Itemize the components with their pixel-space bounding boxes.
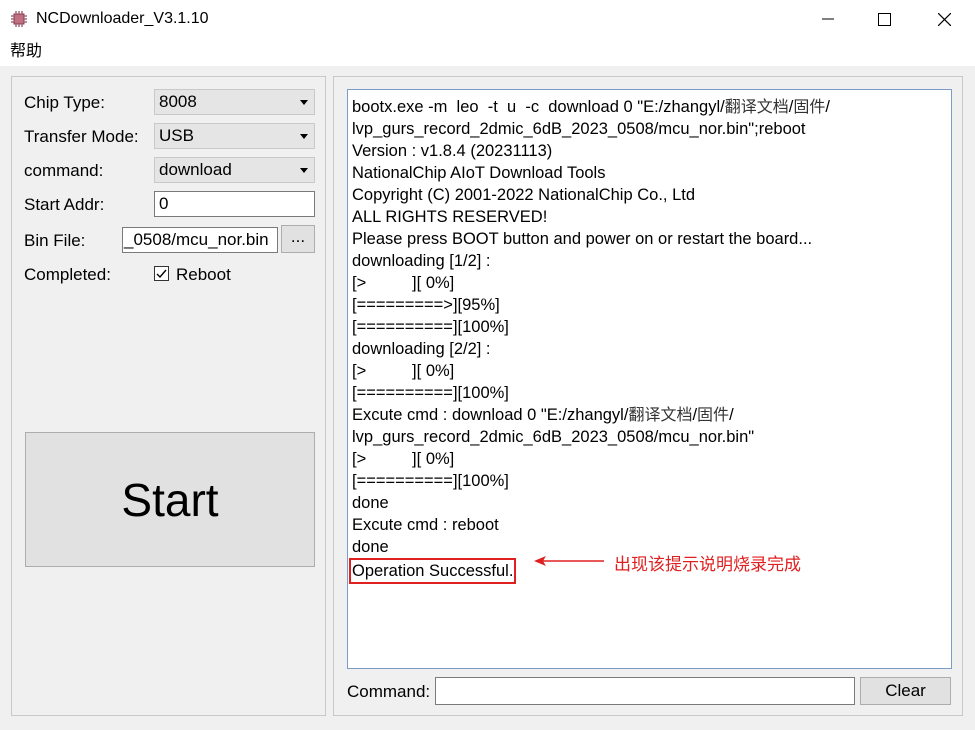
transfer-mode-value: USB xyxy=(159,126,194,145)
command-value: download xyxy=(159,160,232,179)
console-line: [==========][100%] xyxy=(352,470,947,492)
maximize-icon xyxy=(877,12,891,26)
console-text: Excute cmd : download 0 "E:/zhangyl/ xyxy=(352,406,629,424)
console-line: [> ][ 0%] xyxy=(352,360,947,382)
console-text: [==========][100%] xyxy=(352,318,509,336)
reboot-label: Reboot xyxy=(176,265,231,284)
chevron-down-icon xyxy=(300,168,308,173)
console-text: NationalChip AIoT Download Tools xyxy=(352,164,606,182)
console-line: [> ][ 0%] xyxy=(352,272,947,294)
browse-button[interactable]: ... xyxy=(281,225,315,253)
console-line: NationalChip AIoT Download Tools xyxy=(352,162,947,184)
console-line: Excute cmd : download 0 "E:/zhangyl/翻译文档… xyxy=(352,404,947,426)
console-text: [> ][ 0%] xyxy=(352,362,455,380)
start-addr-input[interactable]: 0 xyxy=(154,191,315,217)
console-text: [> ][ 0%] xyxy=(352,274,455,292)
transfer-mode-label: Transfer Mode: xyxy=(24,127,139,146)
console-line: [==========][100%] xyxy=(352,316,947,338)
command-input[interactable] xyxy=(435,677,855,705)
console-panel: bootx.exe -m leo -t u -c download 0 "E:/… xyxy=(333,76,963,716)
console-line: done xyxy=(352,492,947,514)
maximize-button[interactable] xyxy=(861,0,907,38)
console-line: lvp_gurs_record_2dmic_6dB_2023_0508/mcu_… xyxy=(352,118,947,140)
settings-panel: Chip Type: 8008 Transfer Mode: USB comma… xyxy=(11,76,326,716)
console-text: done xyxy=(352,538,389,556)
console-line: [==========][100%] xyxy=(352,382,947,404)
console-text: bootx.exe -m leo -t u -c download 0 "E:/… xyxy=(352,98,725,116)
console-text: / xyxy=(729,406,734,424)
reboot-checkbox[interactable] xyxy=(154,266,169,281)
command-input-label: Command: xyxy=(347,682,431,701)
console-line: Version : v1.8.4 (20231113) xyxy=(352,140,947,162)
chevron-down-icon xyxy=(300,134,308,139)
console-text: [=========>][95%] xyxy=(352,296,500,314)
console-text: 固件 xyxy=(793,97,826,116)
console-line: bootx.exe -m leo -t u -c download 0 "E:/… xyxy=(352,96,947,118)
close-button[interactable] xyxy=(921,0,967,38)
console-line: downloading [2/2] : xyxy=(352,338,947,360)
clear-button[interactable]: Clear xyxy=(860,677,951,705)
console-text: [==========][100%] xyxy=(352,472,509,490)
menu-help[interactable]: 帮助 xyxy=(10,42,42,62)
minimize-icon xyxy=(822,18,834,20)
close-icon xyxy=(937,12,951,26)
console-line: Excute cmd : reboot xyxy=(352,514,947,536)
console-line: [=========>][95%] xyxy=(352,294,947,316)
title-bar: NCDownloader_V3.1.10 xyxy=(0,0,975,38)
console-text: [> ][ 0%] xyxy=(352,450,455,468)
console-line: downloading [1/2] : xyxy=(352,250,947,272)
console-lines: bootx.exe -m leo -t u -c download 0 "E:/… xyxy=(352,96,947,558)
chip-icon xyxy=(11,11,27,27)
annotation-arrow-icon xyxy=(534,556,604,566)
success-highlight: Operation Successful. xyxy=(349,558,517,584)
completed-label: Completed: xyxy=(24,265,111,284)
start-addr-label: Start Addr: xyxy=(24,195,105,214)
chip-type-label: Chip Type: xyxy=(24,93,105,112)
chevron-down-icon xyxy=(300,100,308,105)
console-line: Copyright (C) 2001-2022 NationalChip Co.… xyxy=(352,184,947,206)
console-text: lvp_gurs_record_2dmic_6dB_2023_0508/mcu_… xyxy=(352,120,806,138)
chip-type-value: 8008 xyxy=(159,92,197,111)
window-title: NCDownloader_V3.1.10 xyxy=(36,10,209,27)
console-line: [> ][ 0%] xyxy=(352,448,947,470)
checkmark-icon xyxy=(156,269,167,279)
console-line: ALL RIGHTS RESERVED! xyxy=(352,206,947,228)
command-label: command: xyxy=(24,161,104,180)
console-output[interactable]: bootx.exe -m leo -t u -c download 0 "E:/… xyxy=(347,89,952,669)
menu-bar: 帮助 xyxy=(0,38,975,66)
command-select[interactable]: download xyxy=(154,157,315,183)
console-text: Excute cmd : reboot xyxy=(352,516,499,534)
console-text: / xyxy=(825,98,830,116)
start-button[interactable]: Start xyxy=(25,432,315,567)
console-text: 翻译文档 xyxy=(724,97,789,116)
console-text: downloading [1/2] : xyxy=(352,252,491,270)
console-text: done xyxy=(352,494,389,512)
console-line: Please press BOOT button and power on or… xyxy=(352,228,947,250)
console-text: Please press BOOT button and power on or… xyxy=(352,230,813,248)
console-text: 翻译文档 xyxy=(628,405,693,424)
bin-file-label: Bin File: xyxy=(24,231,86,250)
console-text: ALL RIGHTS RESERVED! xyxy=(352,208,548,226)
transfer-mode-select[interactable]: USB xyxy=(154,123,315,149)
console-text: Version : v1.8.4 (20231113) xyxy=(352,142,553,160)
minimize-button[interactable] xyxy=(805,0,851,38)
console-text: Copyright (C) 2001-2022 NationalChip Co.… xyxy=(352,186,696,204)
chip-type-select[interactable]: 8008 xyxy=(154,89,315,115)
console-text: 固件 xyxy=(697,405,730,424)
console-text: lvp_gurs_record_2dmic_6dB_2023_0508/mcu_… xyxy=(352,428,755,446)
annotation-text: 出现该提示说明烧录完成 xyxy=(614,555,801,575)
console-line: lvp_gurs_record_2dmic_6dB_2023_0508/mcu_… xyxy=(352,426,947,448)
console-text: downloading [2/2] : xyxy=(352,340,491,358)
console-text: [==========][100%] xyxy=(352,384,509,402)
bin-file-input[interactable]: _0508/mcu_nor.bin xyxy=(122,227,278,253)
